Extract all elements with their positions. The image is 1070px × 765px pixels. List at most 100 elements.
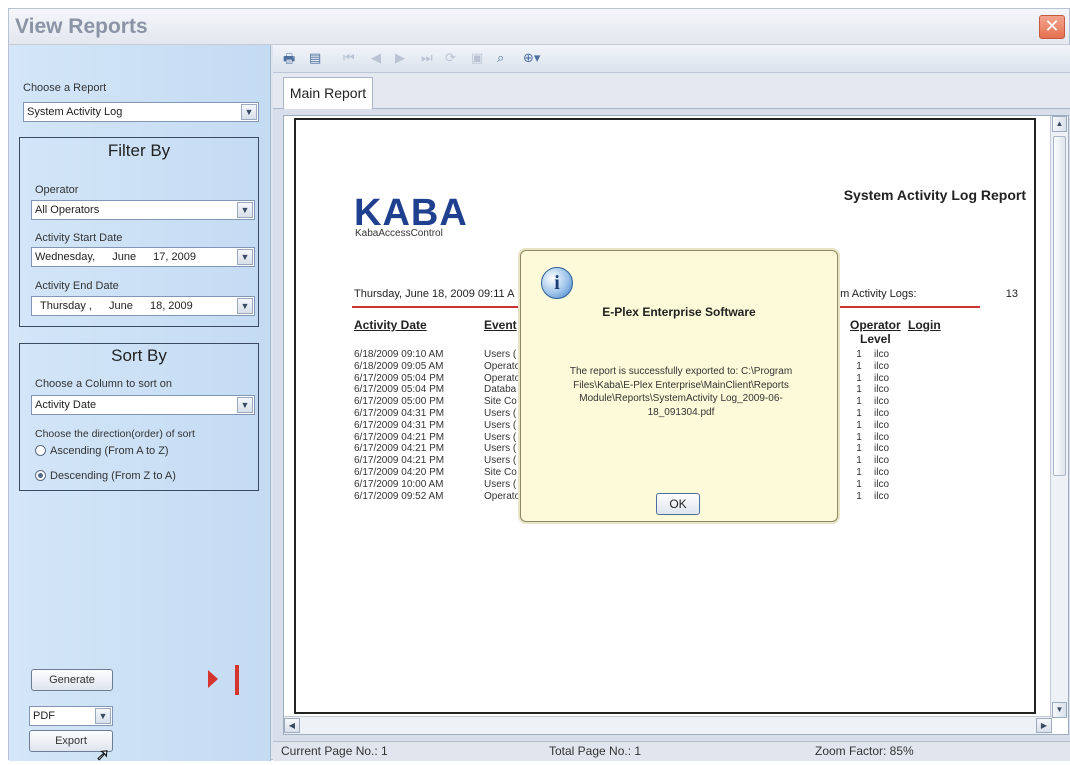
col-activity-date: Activity Date: [354, 318, 427, 332]
ascending-radio[interactable]: Ascending (From A to Z): [35, 445, 169, 457]
scroll-down-icon[interactable]: ▼: [1052, 702, 1067, 718]
vertical-scrollbar[interactable]: ▲ ▼: [1050, 116, 1068, 718]
ascending-label: Ascending (From A to Z): [50, 445, 169, 457]
zoom-status: Zoom Factor: 85%: [815, 744, 914, 758]
refresh-icon[interactable]: ⟳: [445, 50, 456, 66]
tree-icon[interactable]: ▤: [309, 50, 321, 66]
ok-button[interactable]: OK: [656, 493, 700, 515]
scroll-thumb[interactable]: [1053, 136, 1066, 476]
chevron-down-icon[interactable]: ▼: [237, 202, 253, 218]
row-date: 6/17/2009 09:52 AM: [354, 490, 444, 502]
export-format-value: PDF: [33, 710, 55, 722]
row-login: ilco: [874, 455, 890, 467]
report-options-panel: Choose a Report System Activity Log ▼ Fi…: [9, 45, 271, 765]
row-level: 1: [856, 466, 862, 478]
row-level: 1: [856, 419, 862, 431]
dialog-heading: E-Plex Enterprise Software: [602, 305, 756, 319]
row-login: ilco: [874, 443, 890, 455]
tab-main-report[interactable]: Main Report: [283, 77, 373, 109]
start-month: June: [112, 251, 137, 263]
operator-select[interactable]: All Operators ▼: [31, 200, 255, 220]
row-date: 6/17/2009 04:31 PM: [354, 407, 445, 419]
stop-marker-icon: [235, 665, 239, 695]
viewer-toolbar: 🖶 ▤ ⏮ ◀ ▶ ⏭ ⟳ ▣ ⌕ ⊕▾: [273, 45, 1070, 73]
row-level: 1: [856, 478, 862, 490]
sort-column-select[interactable]: Activity Date ▼: [31, 395, 255, 415]
first-page-icon[interactable]: ⏮: [343, 50, 355, 66]
row-level: 1: [856, 455, 862, 467]
close-icon: ✕: [1044, 16, 1060, 36]
generate-button[interactable]: Generate: [31, 669, 113, 691]
row-date: 6/17/2009 05:04 PM: [354, 384, 445, 396]
row-level: 1: [856, 349, 862, 360]
report-select-value: System Activity Log: [27, 106, 123, 118]
col-event: Event: [484, 318, 517, 332]
row-login: ilco: [874, 419, 890, 431]
info-icon: i: [541, 267, 573, 299]
scroll-right-icon[interactable]: ▶: [1036, 718, 1052, 733]
start-date-label: Activity Start Date: [35, 232, 123, 244]
activity-logs-label: em Activity Logs:: [834, 288, 917, 300]
chevron-down-icon[interactable]: ▼: [237, 298, 253, 314]
export-format-select[interactable]: PDF ▼: [29, 706, 113, 726]
total-page-status: Total Page No.: 1: [549, 744, 642, 758]
last-page-icon[interactable]: ⏭: [421, 50, 433, 66]
row-date: 6/18/2009 09:05 AM: [354, 360, 444, 372]
sort-by-title: Sort By: [111, 346, 167, 365]
dialog-message: The report is successfully exported to: …: [569, 366, 793, 418]
end-date: 18, 2009: [149, 300, 193, 312]
row-login: ilco: [874, 478, 890, 490]
row-login: ilco: [874, 431, 890, 443]
chevron-down-icon[interactable]: ▼: [237, 397, 253, 413]
report-select[interactable]: System Activity Log ▼: [23, 102, 259, 122]
row-level: 1: [856, 384, 862, 396]
end-day: Thursday ,: [40, 300, 92, 312]
scroll-up-icon[interactable]: ▲: [1052, 116, 1067, 132]
row-level: 1: [856, 407, 862, 419]
chevron-down-icon[interactable]: ▼: [241, 104, 257, 120]
report-title: System Activity Log Report: [843, 187, 1026, 203]
col-operator: Operator: [850, 318, 901, 332]
start-date-picker[interactable]: Wednesday, June 17, 2009 ▼: [31, 247, 255, 267]
stop-icon[interactable]: ▣: [471, 50, 483, 66]
row-date: 6/17/2009 10:00 AM: [354, 478, 444, 490]
row-login: ilco: [874, 466, 890, 478]
radio-empty-icon: [35, 445, 46, 456]
descending-radio[interactable]: Descending (From Z to A): [35, 470, 176, 482]
row-login: ilco: [874, 396, 890, 408]
row-date: 6/17/2009 04:31 PM: [354, 419, 445, 431]
sort-by-group: Sort By Choose a Column to sort on Activ…: [19, 343, 259, 491]
prev-page-icon[interactable]: ◀: [371, 50, 381, 66]
mouse-pointer-icon: ➚: [95, 747, 110, 765]
chevron-down-icon[interactable]: ▼: [95, 708, 111, 724]
print-icon[interactable]: 🖶: [283, 50, 295, 72]
filter-by-title: Filter By: [107, 141, 171, 160]
col-login: Login: [908, 318, 941, 332]
close-button[interactable]: ✕: [1039, 15, 1065, 39]
row-level: 1: [856, 396, 862, 408]
start-date: 17, 2009: [153, 251, 196, 263]
export-success-dialog: i E-Plex Enterprise Software The report …: [520, 250, 838, 522]
start-day: Wednesday,: [35, 251, 96, 263]
next-page-icon[interactable]: ▶: [395, 50, 405, 66]
activity-logs-count: 13: [1005, 288, 1018, 300]
end-month: June: [109, 300, 133, 312]
end-date-picker[interactable]: Thursday , June 18, 2009 ▼: [31, 296, 255, 316]
tab-strip: Main Report: [273, 73, 1070, 109]
row-login: ilco: [874, 360, 890, 372]
radio-selected-icon: [35, 470, 46, 481]
sort-column-label: Choose a Column to sort on: [35, 378, 172, 390]
chevron-down-icon[interactable]: ▼: [237, 249, 253, 265]
row-date: 6/17/2009 05:04 PM: [354, 372, 445, 384]
scroll-left-icon[interactable]: ◀: [284, 718, 300, 733]
row-level: 1: [856, 431, 862, 443]
row-login: ilco: [874, 384, 890, 396]
binoculars-icon[interactable]: ⌕: [497, 50, 504, 66]
horizontal-scrollbar[interactable]: ◀ ▶: [284, 716, 1052, 734]
choose-report-label: Choose a Report: [23, 82, 107, 94]
row-login: ilco: [874, 407, 890, 419]
operator-select-value: All Operators: [35, 204, 100, 216]
row-level: 1: [856, 372, 862, 384]
logo-subtitle: KabaAccessControl: [355, 228, 443, 239]
zoom-icon[interactable]: ⊕▾: [523, 50, 540, 66]
